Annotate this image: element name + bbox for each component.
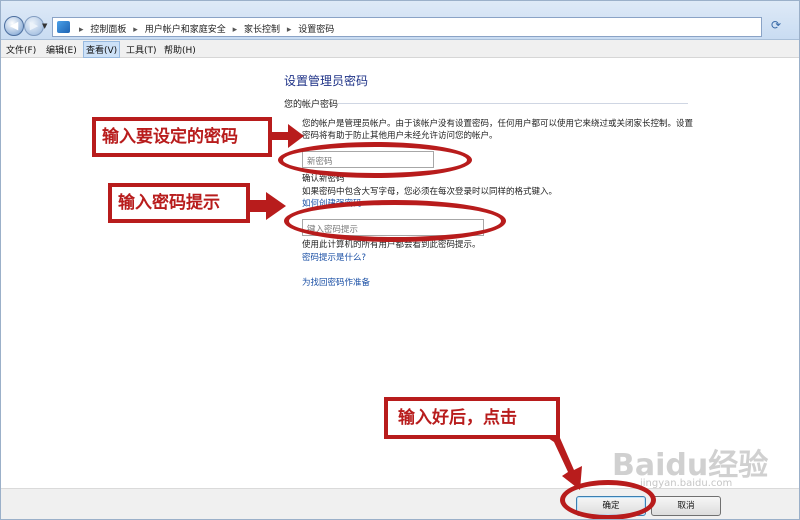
breadcrumb-item[interactable]: 用户帐户和家庭安全 [145,25,226,35]
baidu-watermark-url: jingyan.baidu.com [640,478,733,489]
menu-file[interactable]: 文件(F) [6,43,36,56]
control-panel-icon [57,21,70,33]
breadcrumb[interactable]: ▸ 控制面板 ▸ 用户帐户和家庭安全 ▸ 家长控制 ▸ 设置密码 [52,17,762,37]
breadcrumb-item[interactable]: 控制面板 [90,25,126,35]
section-divider [338,103,688,104]
forward-arrow-icon[interactable]: ▶ [24,16,44,36]
what-is-hint-link[interactable]: 密码提示是什么? [302,251,366,263]
breadcrumb-item[interactable]: 设置密码 [298,25,334,35]
menu-edit[interactable]: 编辑(E) [46,43,77,56]
section-label: 您的帐户密码 [284,100,339,110]
cancel-button[interactable]: 取消 [651,496,721,516]
back-arrow-icon[interactable]: ◀ [4,16,24,36]
breadcrumb-item[interactable]: 家长控制 [244,25,280,35]
menu-view[interactable]: 查看(V) [83,41,121,58]
menu-tools[interactable]: 工具(T) [126,43,157,56]
annotation-arrow-hint [250,192,286,220]
annotation-ellipse-hint [284,200,506,242]
annotation-ellipse-ok [560,480,656,520]
annotation-ellipse-password [278,142,472,178]
account-description: 您的帐户是管理员帐户。由于该帐户没有设置密码，任何用户都可以使用它来绕过或关闭家… [302,119,694,141]
refresh-icon[interactable]: ⟳ [766,18,786,36]
address-bar: ◀ ▶ ▼ ▸ 控制面板 ▸ 用户帐户和家庭安全 ▸ 家长控制 ▸ 设置密码 ⟳ [0,0,800,40]
annotation-click-ok: 输入好后，点击 [384,397,560,439]
case-sensitivity-note: 如果密码中包含大写字母，您必须在每次登录时以同样的格式键入。 [302,187,558,197]
menu-help[interactable]: 帮助(H) [164,43,196,56]
annotation-enter-hint: 输入密码提示 [108,183,250,223]
annotation-arrow-password [272,124,304,148]
menu-bar: 文件(F) 编辑(E) 查看(V) 工具(T) 帮助(H) [0,40,800,58]
recent-pages-dropdown-icon[interactable]: ▼ [42,22,50,30]
annotation-enter-password: 输入要设定的密码 [92,117,272,157]
page-title: 设置管理员密码 [284,74,369,88]
annotation-arrow-ok [548,438,582,490]
recover-password-link[interactable]: 为找回密码作准备 [302,276,370,288]
